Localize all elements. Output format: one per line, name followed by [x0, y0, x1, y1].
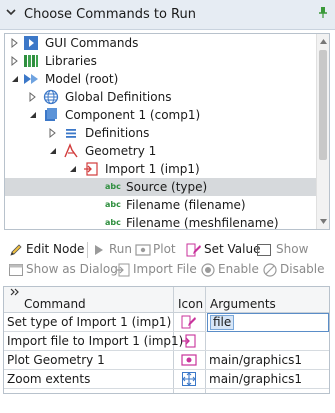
toolbar-row-2: Show as Dialog Import File Enable Disabl…: [0, 260, 335, 280]
tree-item-libraries[interactable]: Libraries: [5, 52, 317, 70]
tree-item-filename[interactable]: abc Filename (filename): [5, 196, 317, 214]
collapse-arrow-icon[interactable]: [67, 160, 79, 178]
table-row[interactable]: Zoom extents main/graphics1: [4, 370, 329, 389]
panel-title: Choose Commands to Run: [24, 7, 196, 22]
tree-item-component-1[interactable]: Component 1 (comp1): [5, 106, 317, 124]
tree-item-label: Definitions: [85, 126, 150, 140]
tree-item-gui-commands[interactable]: GUI Commands: [5, 34, 317, 52]
import-file-icon: [182, 334, 196, 348]
show-icon: [257, 244, 271, 256]
zoom-extents-icon: [182, 372, 196, 386]
table-row[interactable]: Set type of Import 1 (imp1) file: [4, 313, 329, 332]
plot-icon: [135, 244, 151, 256]
tree-item-label: Filename (filename): [126, 198, 246, 212]
scroll-up-icon[interactable]: [319, 37, 328, 46]
set-value-icon: [181, 315, 196, 329]
tree-item-label: Source (type): [126, 180, 208, 194]
definitions-icon: [66, 129, 76, 138]
tree-item-import-1[interactable]: Import 1 (imp1): [5, 160, 317, 178]
tree-item-label: Geometry 1: [85, 144, 157, 158]
gui-commands-icon: [24, 36, 38, 50]
plot-icon: [181, 354, 197, 366]
component-icon: [45, 108, 57, 121]
abc-icon: abc: [105, 200, 121, 209]
table-row[interactable]: Import file to Import 1 (imp1): [4, 332, 329, 351]
libraries-icon: [24, 55, 38, 67]
globe-icon: [43, 89, 59, 105]
enable-icon: [201, 263, 215, 277]
argument-edit-field[interactable]: file: [207, 313, 329, 332]
tree-item-geometry-1[interactable]: Geometry 1: [5, 142, 317, 160]
collapse-arrow-icon[interactable]: [9, 70, 21, 88]
tree-item-global-definitions[interactable]: Global Definitions: [5, 88, 317, 106]
expand-arrow-icon[interactable]: [9, 52, 21, 70]
tree-scrollbar[interactable]: [316, 34, 329, 229]
tree-item-label: Model (root): [45, 72, 119, 86]
abc-icon: abc: [105, 182, 121, 191]
pencil-icon: [10, 244, 22, 256]
import-icon: [84, 162, 98, 176]
tree-item-definitions[interactable]: Definitions: [5, 124, 317, 142]
command-cell[interactable]: Zoom extents: [7, 372, 90, 386]
expand-arrow-icon[interactable]: [27, 88, 39, 106]
geometry-icon: [64, 143, 78, 158]
column-header-icon[interactable]: Icon: [178, 297, 203, 311]
tree-item-label: GUI Commands: [45, 36, 139, 50]
set-value-icon: [186, 243, 201, 257]
scroll-down-icon[interactable]: [319, 217, 328, 226]
command-tree[interactable]: GUI Commands Libraries Model (root) Glob…: [4, 33, 330, 230]
toolbar-row-1: Edit Node Run Plot Set Value Show: [0, 240, 335, 260]
command-cell[interactable]: Plot Geometry 1: [7, 353, 105, 367]
run-icon: [95, 245, 103, 255]
chevron-down-icon[interactable]: [4, 5, 18, 19]
expand-arrow-icon[interactable]: [9, 34, 21, 52]
collapse-arrow-icon[interactable]: [27, 106, 39, 124]
double-chevron-icon[interactable]: [10, 288, 20, 296]
column-header-command[interactable]: Command: [24, 297, 86, 311]
tree-item-meshfilename[interactable]: abc Filename (meshfilename): [5, 214, 317, 230]
tree-item-model-root[interactable]: Model (root): [5, 70, 317, 88]
abc-icon: abc: [105, 218, 121, 227]
table-row[interactable]: Plot Geometry 1 main/graphics1: [4, 351, 329, 370]
argument-selected-text[interactable]: file: [210, 315, 235, 330]
scrollbar-thumb[interactable]: [319, 50, 327, 160]
tree-item-label: Filename (meshfilename): [126, 216, 279, 230]
column-header-arguments[interactable]: Arguments: [210, 297, 276, 311]
command-cell[interactable]: Import file to Import 1 (imp1): [7, 334, 183, 348]
import-file-icon: [116, 263, 130, 277]
pin-icon[interactable]: [315, 3, 331, 19]
tree-item-label: Import 1 (imp1): [105, 162, 200, 176]
table-header: Command Icon Arguments: [4, 287, 329, 313]
tree-item-label: Component 1 (comp1): [65, 108, 201, 122]
tree-item-label: Global Definitions: [65, 90, 172, 104]
dialog-icon: [9, 264, 23, 276]
arguments-cell[interactable]: main/graphics1: [209, 353, 302, 367]
model-root-icon: [24, 74, 38, 84]
arguments-cell[interactable]: main/graphics1: [209, 372, 302, 386]
tree-item-source-type[interactable]: abc Source (type): [5, 178, 317, 196]
command-table: Command Icon Arguments Set type of Impor…: [3, 286, 330, 394]
collapse-arrow-icon[interactable]: [47, 142, 59, 160]
disable-icon: [263, 263, 277, 277]
command-cell[interactable]: Set type of Import 1 (imp1): [7, 315, 171, 329]
toolbar-separator: [87, 242, 88, 258]
tree-item-label: Libraries: [45, 54, 97, 68]
panel-title-bar: Choose Commands to Run: [0, 0, 335, 30]
expand-arrow-icon[interactable]: [47, 124, 59, 142]
